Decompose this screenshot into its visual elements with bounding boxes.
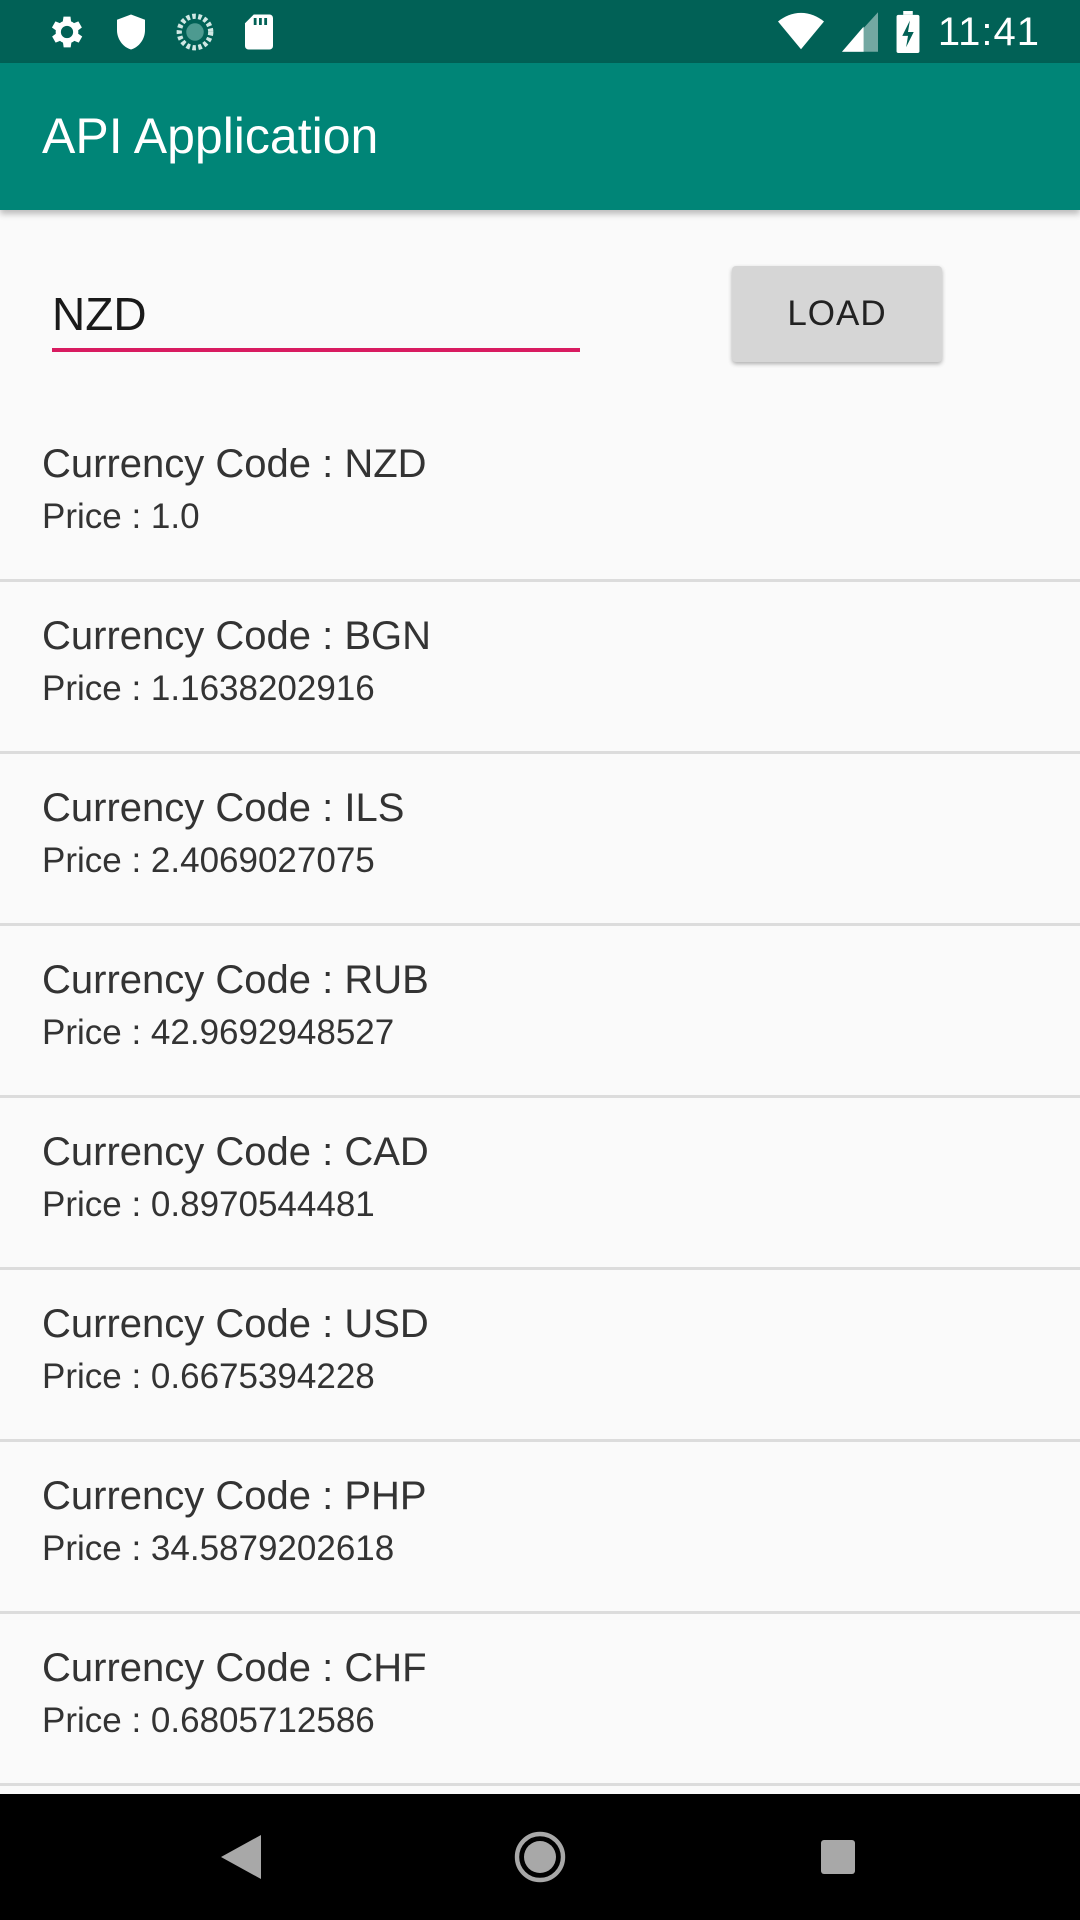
- list-item[interactable]: Currency Code : ILS Price : 2.4069027075: [0, 754, 1080, 926]
- app-title: API Application: [42, 108, 379, 164]
- sd-card-icon: [245, 14, 273, 50]
- currency-price-text: Price : 0.6805712586: [42, 1701, 375, 1740]
- list-item[interactable]: Currency Code : PHP Price : 34.587920261…: [0, 1442, 1080, 1614]
- battery-charging-icon: [896, 11, 920, 53]
- currency-price-text: Price : 1.0: [42, 497, 200, 536]
- list-item[interactable]: Currency Code : CAD Price : 0.8970544481: [0, 1098, 1080, 1270]
- status-notification-icons: [46, 10, 280, 54]
- currency-price-text: Price : 2.4069027075: [42, 841, 375, 880]
- currency-code-text: Currency Code : ILS: [42, 786, 405, 830]
- recents-icon: [821, 1840, 855, 1874]
- shield-icon: [117, 14, 145, 50]
- home-icon: [514, 1831, 566, 1883]
- currency-price-text: Price : 1.1638202916: [42, 669, 375, 708]
- currency-code-text: Currency Code : PHP: [42, 1474, 427, 1518]
- currency-price-text: Price : 0.8970544481: [42, 1185, 375, 1224]
- currency-price-text: Price : 42.9692948527: [42, 1013, 395, 1052]
- currency-code-text: Currency Code : NZD: [42, 442, 427, 486]
- app-bar: API Application: [0, 63, 1080, 210]
- back-icon: [221, 1835, 261, 1879]
- status-clock: 11:41: [937, 9, 1040, 54]
- currency-code-text: Currency Code : CAD: [42, 1130, 429, 1174]
- currency-code-text: Currency Code : CHF: [42, 1646, 427, 1690]
- status-bar: 11:41: [0, 0, 1080, 63]
- load-button[interactable]: LOAD: [732, 266, 942, 362]
- list-item[interactable]: Currency Code : BGN Price : 1.1638202916: [0, 582, 1080, 754]
- list-item[interactable]: Currency Code : NZD Price : 1.0: [0, 410, 1080, 582]
- wifi-icon: [777, 12, 824, 50]
- sync-progress-icon: [176, 13, 214, 51]
- navigation-bar: [0, 1794, 1080, 1920]
- nav-home-button[interactable]: [470, 1794, 610, 1920]
- currency-code-text: Currency Code : USD: [42, 1302, 429, 1346]
- list-item[interactable]: Currency Code : USD Price : 0.6675394228: [0, 1270, 1080, 1442]
- settings-gear-icon: [51, 16, 83, 48]
- currency-price-text: Price : 34.5879202618: [42, 1529, 395, 1568]
- currency-code-text: Currency Code : RUB: [42, 958, 429, 1002]
- currency-code-input[interactable]: [52, 280, 580, 352]
- screen: 11:41 API Application LOAD Currency Code…: [0, 0, 1080, 1920]
- status-system-icons: 11:41: [777, 8, 1040, 56]
- list-item[interactable]: Currency Code : RUB Price : 42.969294852…: [0, 926, 1080, 1098]
- currency-price-text: Price : 0.6675394228: [42, 1357, 375, 1396]
- list-item[interactable]: Currency Code : CHF Price : 0.6805712586: [0, 1614, 1080, 1786]
- cellular-signal-icon: [841, 12, 878, 52]
- nav-recents-button[interactable]: [768, 1794, 908, 1920]
- currency-code-text: Currency Code : BGN: [42, 614, 432, 658]
- currency-list[interactable]: Currency Code : NZD Price : 1.0 Currency…: [0, 410, 1080, 1794]
- nav-back-button[interactable]: [171, 1794, 311, 1920]
